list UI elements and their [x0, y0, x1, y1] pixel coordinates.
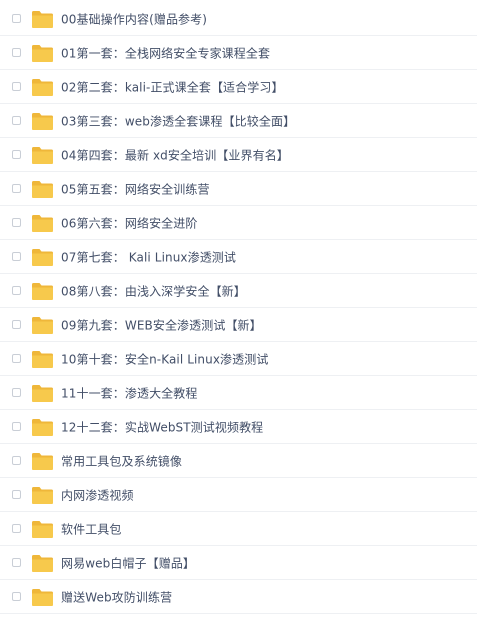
row-checkbox[interactable]	[12, 14, 21, 23]
row-checkbox[interactable]	[12, 592, 21, 601]
folder-name[interactable]: 00基础操作内容(赠品参考)	[61, 11, 207, 28]
folder-name[interactable]: 09第九套：WEB安全渗透测试【新】	[61, 317, 262, 334]
folder-icon	[32, 419, 53, 436]
row-checkbox[interactable]	[12, 558, 21, 567]
folder-name[interactable]: 内网渗透视频	[61, 487, 134, 504]
row-checkbox[interactable]	[12, 116, 21, 125]
folder-icon	[32, 351, 53, 368]
folder-icon	[32, 249, 53, 266]
folder-icon	[32, 487, 53, 504]
folder-icon	[32, 113, 53, 130]
folder-icon	[32, 79, 53, 96]
folder-row[interactable]: 07第七套： Kali Linux渗透测试	[0, 241, 477, 274]
row-checkbox[interactable]	[12, 82, 21, 91]
folder-name[interactable]: 10第十套：安全n-Kail Linux渗透测试	[61, 351, 268, 368]
folder-icon	[32, 453, 53, 470]
row-checkbox[interactable]	[12, 320, 21, 329]
folder-row[interactable]: 08第八套：由浅入深学安全【新】	[0, 275, 477, 308]
folder-row[interactable]: 常用工具包及系统镜像	[0, 445, 477, 478]
folder-icon	[32, 45, 53, 62]
folder-icon	[32, 555, 53, 572]
folder-row[interactable]: 软件工具包	[0, 513, 477, 546]
folder-name[interactable]: 08第八套：由浅入深学安全【新】	[61, 283, 246, 300]
folder-row[interactable]: 赠送Web攻防训练营	[0, 581, 477, 614]
folder-name[interactable]: 02第二套：kali-正式课全套【适合学习】	[61, 79, 284, 96]
folder-name[interactable]: 01第一套：全栈网络安全专家课程全套	[61, 45, 270, 62]
folder-name[interactable]: 软件工具包	[61, 521, 122, 538]
folder-name[interactable]: 05第五套：网络安全训练营	[61, 181, 210, 198]
row-checkbox[interactable]	[12, 422, 21, 431]
folder-row[interactable]: 00基础操作内容(赠品参考)	[0, 3, 477, 36]
folder-name[interactable]: 赠送Web攻防训练营	[61, 589, 172, 606]
folder-icon	[32, 521, 53, 538]
row-checkbox[interactable]	[12, 150, 21, 159]
folder-row[interactable]: 05第五套：网络安全训练营	[0, 173, 477, 206]
row-checkbox[interactable]	[12, 286, 21, 295]
row-checkbox[interactable]	[12, 218, 21, 227]
folder-row[interactable]: 06第六套：网络安全进阶	[0, 207, 477, 240]
row-checkbox[interactable]	[12, 524, 21, 533]
folder-row[interactable]: 04第四套：最新 xd安全培训【业界有名】	[0, 139, 477, 172]
folder-row[interactable]: 12十二套：实战WebST测试视频教程	[0, 411, 477, 444]
folder-icon	[32, 215, 53, 232]
folder-row[interactable]: 网易web白帽子【赠品】	[0, 547, 477, 580]
folder-name[interactable]: 07第七套： Kali Linux渗透测试	[61, 249, 236, 266]
folder-row[interactable]: 09第九套：WEB安全渗透测试【新】	[0, 309, 477, 342]
folder-icon	[32, 317, 53, 334]
folder-name[interactable]: 网易web白帽子【赠品】	[61, 555, 195, 572]
row-checkbox[interactable]	[12, 184, 21, 193]
folder-name[interactable]: 12十二套：实战WebST测试视频教程	[61, 419, 263, 436]
folder-row[interactable]: 03第三套：web渗透全套课程【比较全面】	[0, 105, 477, 138]
folder-icon	[32, 11, 53, 28]
folder-name[interactable]: 03第三套：web渗透全套课程【比较全面】	[61, 113, 295, 130]
file-list: 00基础操作内容(赠品参考) 01第一套：全栈网络安全专家课程全套 02第二套：ka…	[0, 3, 477, 621]
row-checkbox[interactable]	[12, 490, 21, 499]
row-checkbox[interactable]	[12, 252, 21, 261]
folder-row[interactable]: 02第二套：kali-正式课全套【适合学习】	[0, 71, 477, 104]
folder-row[interactable]: 01第一套：全栈网络安全专家课程全套	[0, 37, 477, 70]
folder-name[interactable]: 04第四套：最新 xd安全培训【业界有名】	[61, 147, 289, 164]
row-checkbox[interactable]	[12, 48, 21, 57]
folder-row[interactable]: 内网渗透视频	[0, 479, 477, 512]
row-checkbox[interactable]	[12, 456, 21, 465]
folder-row[interactable]: 10第十套：安全n-Kail Linux渗透测试	[0, 343, 477, 376]
row-checkbox[interactable]	[12, 354, 21, 363]
folder-icon	[32, 147, 53, 164]
folder-icon	[32, 283, 53, 300]
row-checkbox[interactable]	[12, 388, 21, 397]
folder-row[interactable]: 11十一套：渗透大全教程	[0, 377, 477, 410]
folder-name[interactable]: 11十一套：渗透大全教程	[61, 385, 197, 402]
folder-icon	[32, 181, 53, 198]
folder-name[interactable]: 常用工具包及系统镜像	[61, 453, 182, 470]
folder-name[interactable]: 06第六套：网络安全进阶	[61, 215, 197, 232]
folder-icon	[32, 589, 53, 606]
folder-icon	[32, 385, 53, 402]
